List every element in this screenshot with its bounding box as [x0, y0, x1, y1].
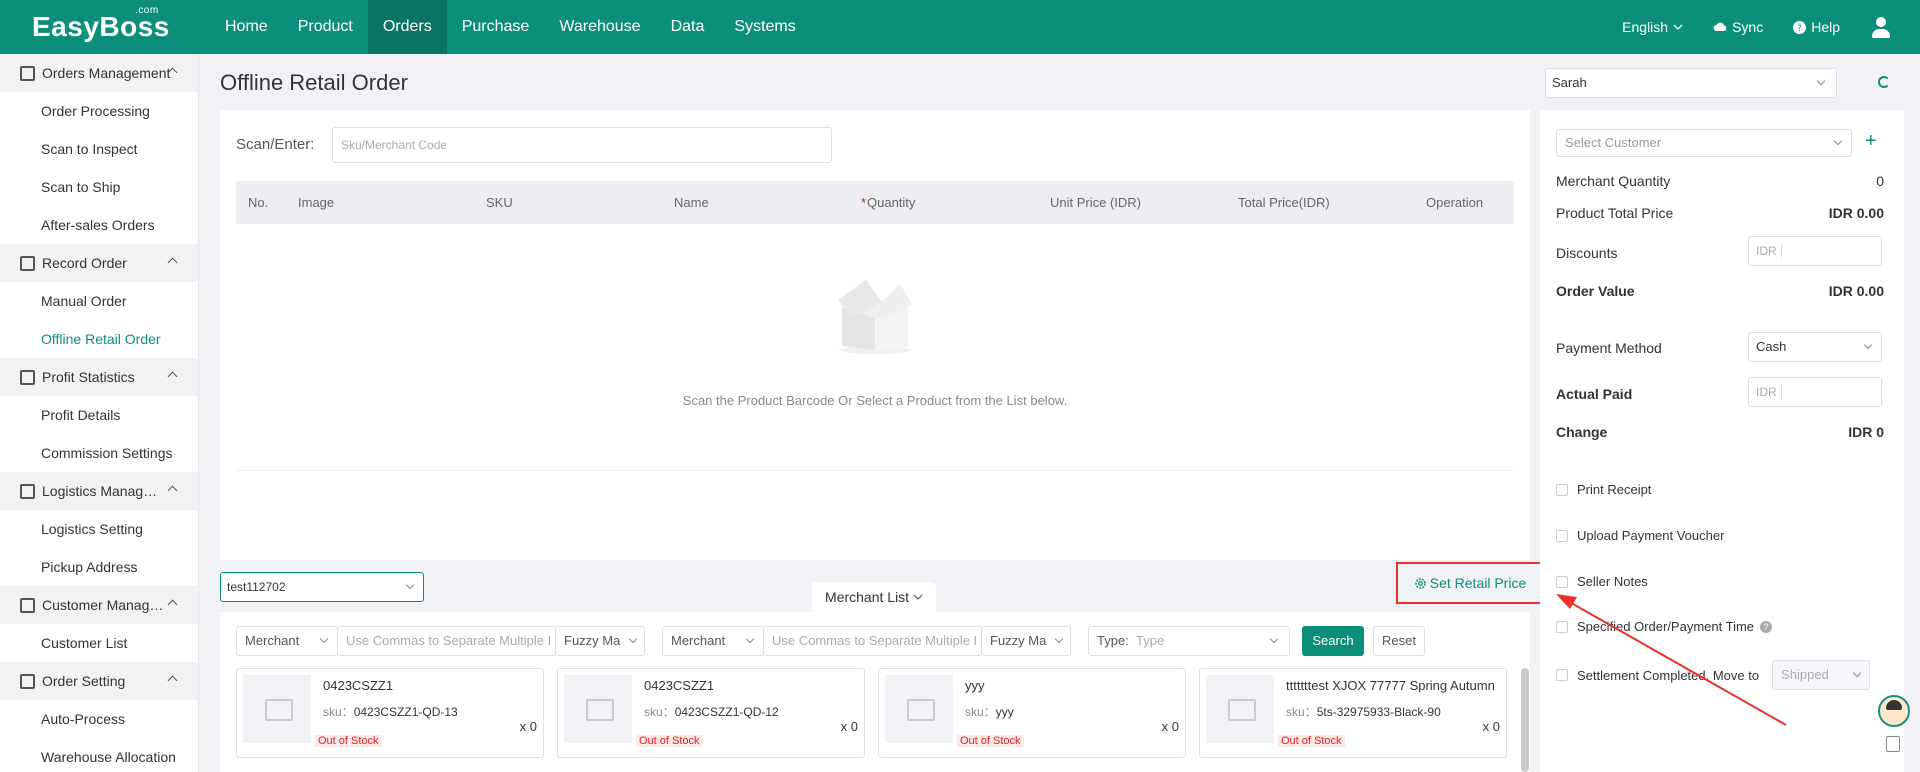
- annotation-arrow: [1556, 594, 1787, 726]
- document-icon[interactable]: [1886, 736, 1900, 752]
- support-avatar[interactable]: [1878, 695, 1910, 727]
